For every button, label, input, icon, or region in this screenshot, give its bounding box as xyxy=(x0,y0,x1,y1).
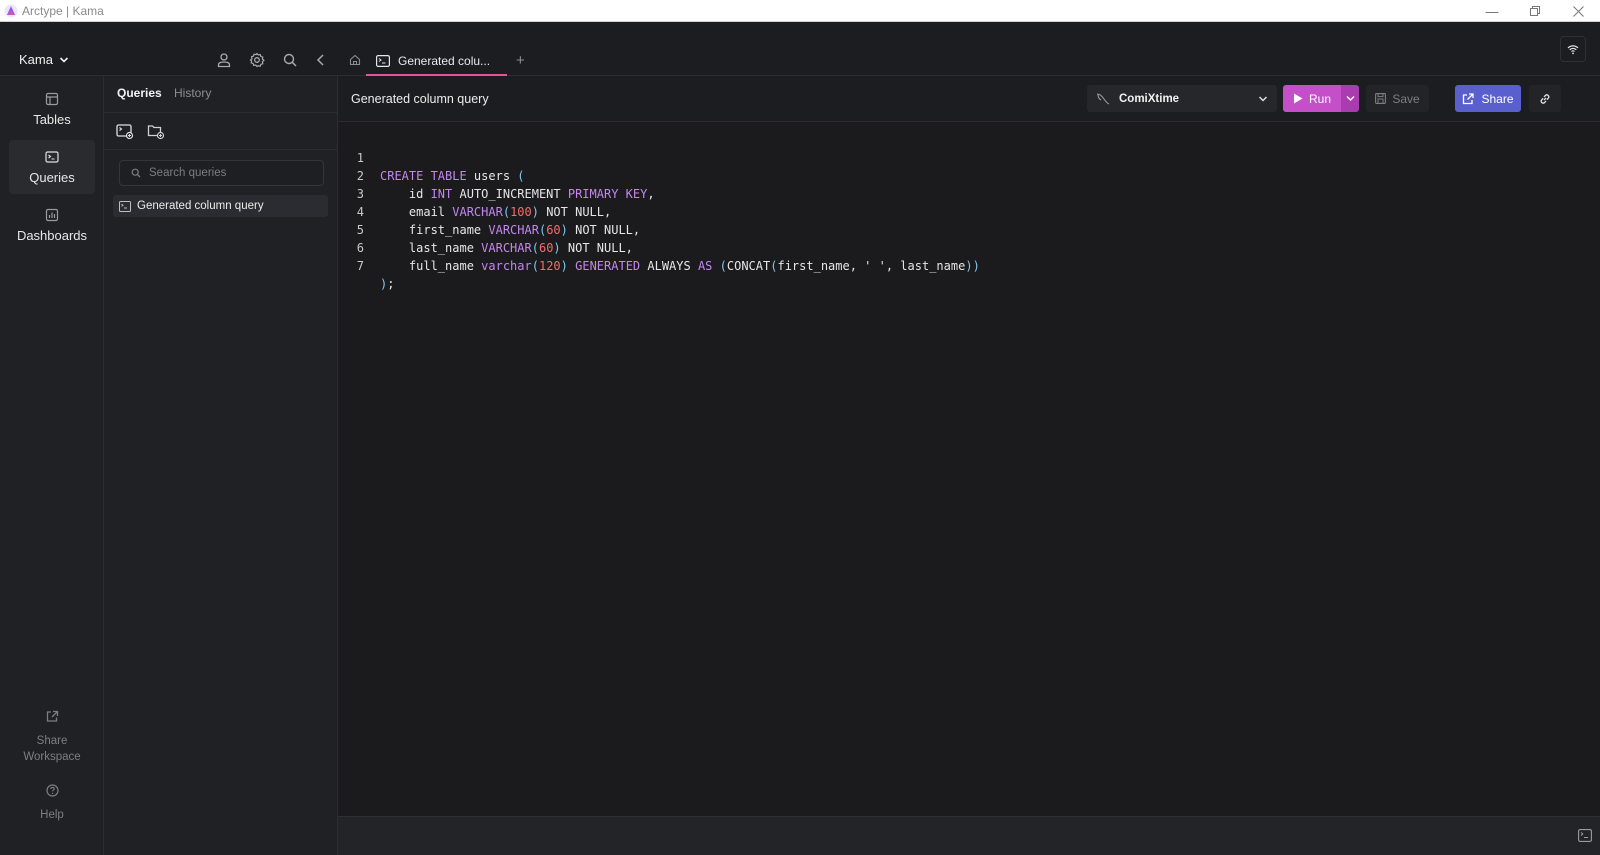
query-title: Generated column query xyxy=(351,92,489,106)
workspace-header: Kama xyxy=(0,22,338,76)
line-number: 7 xyxy=(356,259,364,273)
share-workspace-button[interactable]: Share Workspace xyxy=(0,710,104,765)
restore-button[interactable] xyxy=(1513,0,1557,22)
queries-toolbar xyxy=(104,113,338,150)
line-code: ); xyxy=(380,277,395,291)
tab-history[interactable]: History xyxy=(174,86,211,100)
copy-link-button[interactable] xyxy=(1529,85,1561,112)
status-bar xyxy=(338,816,1600,855)
connection-select[interactable]: ComiXtime xyxy=(1087,85,1277,112)
connection-status-button[interactable] xyxy=(1560,36,1586,62)
code-editor[interactable]: 1 CREATE TABLE users ( 2 id INT AUTO_INC… xyxy=(338,122,1600,816)
rail-item-label: Tables xyxy=(33,111,71,127)
chevron-down-icon xyxy=(1346,96,1354,101)
left-rail: Tables Queries Dashboards Share Workspac… xyxy=(0,76,104,855)
run-label: Run xyxy=(1308,91,1331,106)
external-link-icon xyxy=(46,710,58,722)
tab-bar: Generated colu... + xyxy=(338,22,1600,76)
collapse-panel-icon[interactable] xyxy=(313,52,329,68)
help-label: Help xyxy=(40,809,64,821)
console-toggle-icon[interactable] xyxy=(1578,829,1592,842)
arctype-logo-icon xyxy=(4,4,18,17)
chevron-down-icon xyxy=(59,56,69,63)
save-button[interactable]: Save xyxy=(1366,85,1429,112)
app-root: Kama Tables Queries Dashboards Share Wor… xyxy=(0,22,1600,855)
share-workspace-label: Share Workspace xyxy=(23,735,81,763)
line-code: first_name VARCHAR(60) NOT NULL, xyxy=(380,223,641,237)
main-area: Generated colu... + Generated column que… xyxy=(338,22,1600,855)
terminal-icon xyxy=(45,150,59,163)
connection-name: ComiXtime xyxy=(1119,92,1180,105)
share-label: Share xyxy=(1481,91,1514,106)
code-line: 5 last_name VARCHAR(60) NOT NULL, xyxy=(338,203,633,255)
tab-generated-column-query[interactable]: Generated colu... xyxy=(366,48,507,76)
tab-queries[interactable]: Queries xyxy=(117,86,162,100)
home-icon[interactable] xyxy=(349,54,361,66)
window-title: Arctype | Kama xyxy=(22,3,104,18)
add-tab-button[interactable]: + xyxy=(516,52,525,69)
workspace-name: Kama xyxy=(19,52,53,67)
wifi-icon xyxy=(1567,44,1579,54)
code-line: 6 full_name varchar(120) GENERATED ALWAY… xyxy=(338,221,980,273)
code-line: 3 email VARCHAR(100) NOT NULL, xyxy=(338,167,611,219)
query-list-item[interactable]: Generated column query xyxy=(113,195,328,217)
chart-icon xyxy=(45,208,59,221)
rail-item-label: Queries xyxy=(29,169,75,185)
rail-item-tables[interactable]: Tables xyxy=(9,82,95,136)
search-queries-input[interactable] xyxy=(149,167,319,179)
workspace-switcher[interactable]: Kama xyxy=(19,52,69,67)
run-button[interactable]: Run xyxy=(1283,85,1359,112)
external-link-icon xyxy=(1463,92,1475,104)
terminal-icon xyxy=(376,55,390,67)
new-folder-icon[interactable] xyxy=(147,122,165,140)
save-icon xyxy=(1375,93,1387,104)
rail-item-dashboards[interactable]: Dashboards xyxy=(9,198,95,252)
query-toolbar: Generated column query ComiXtime Run Sav… xyxy=(338,76,1600,122)
run-options-dropdown[interactable] xyxy=(1341,85,1359,112)
share-button[interactable]: Share xyxy=(1455,85,1521,112)
user-icon[interactable] xyxy=(216,52,232,68)
table-icon xyxy=(45,92,59,105)
help-button[interactable]: Help xyxy=(0,784,104,823)
search-queries-field[interactable] xyxy=(119,160,324,186)
save-label: Save xyxy=(1392,91,1420,106)
code-line: 4 first_name VARCHAR(60) NOT NULL, xyxy=(338,185,640,237)
code-line: 7 ); xyxy=(338,239,396,291)
close-icon xyxy=(1572,5,1584,17)
window-titlebar: Arctype | Kama — xyxy=(0,0,1600,22)
close-button[interactable] xyxy=(1556,0,1600,22)
code-line: 1 CREATE TABLE users ( xyxy=(338,131,525,183)
restore-icon xyxy=(1530,6,1540,16)
queries-panel: Queries History Generated column query xyxy=(104,76,338,855)
mysql-dolphin-icon xyxy=(1096,92,1110,104)
rail-item-label: Dashboards xyxy=(16,227,88,243)
tab-label: Generated colu... xyxy=(398,54,491,68)
minimize-button[interactable]: — xyxy=(1470,0,1514,22)
play-icon xyxy=(1293,93,1303,104)
chevron-down-icon xyxy=(1258,95,1268,102)
line-code: last_name VARCHAR(60) NOT NULL, xyxy=(380,241,633,255)
query-list-item-label: Generated column query xyxy=(137,200,264,212)
minimize-icon: — xyxy=(1485,3,1499,19)
rail-item-queries[interactable]: Queries xyxy=(9,140,95,194)
help-icon xyxy=(45,784,59,797)
line-code: full_name varchar(120) GENERATED ALWAYS … xyxy=(380,259,980,273)
search-icon xyxy=(131,168,141,178)
line-code: CREATE TABLE users ( xyxy=(380,169,525,183)
run-main[interactable]: Run xyxy=(1283,85,1341,112)
search-icon[interactable] xyxy=(282,52,298,68)
terminal-icon xyxy=(119,200,131,212)
queries-panel-tabs: Queries History xyxy=(104,76,338,113)
link-icon xyxy=(1540,93,1550,104)
gear-icon[interactable] xyxy=(249,52,265,68)
new-query-icon[interactable] xyxy=(116,122,134,140)
code-line: 2 id INT AUTO_INCREMENT PRIMARY KEY, xyxy=(338,149,655,201)
line-code: id INT AUTO_INCREMENT PRIMARY KEY, xyxy=(380,187,655,201)
line-code: email VARCHAR(100) NOT NULL, xyxy=(380,205,612,219)
